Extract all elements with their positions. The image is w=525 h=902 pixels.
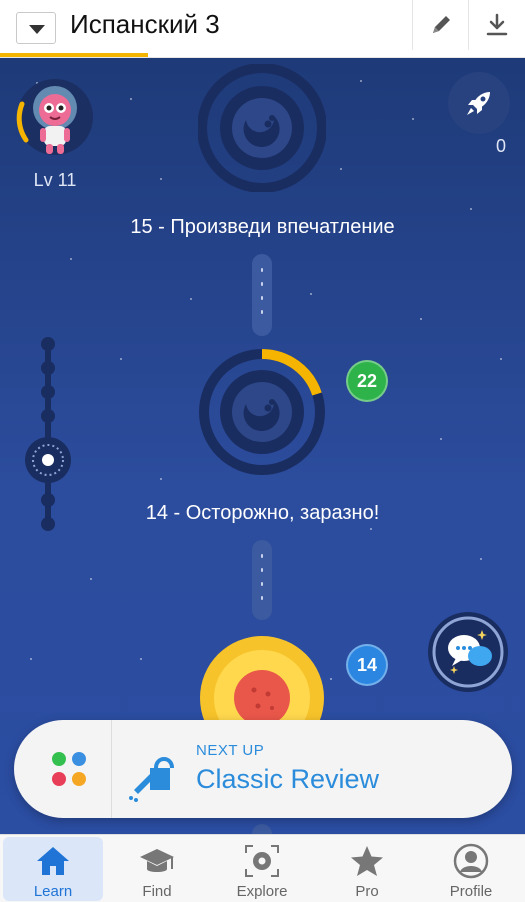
lesson-title-14[interactable]: 14 - Осторожно, заразно! <box>0 502 525 525</box>
pencil-icon <box>432 16 450 33</box>
red-dot <box>52 772 66 786</box>
lesson-title-15[interactable]: 15 - Произведи впечатление <box>0 216 525 239</box>
star-icon <box>347 843 387 879</box>
bottom-nav: Learn Find Explore Pro Profile <box>0 834 525 902</box>
tab-profile[interactable]: Profile <box>421 837 521 901</box>
rocket-icon <box>467 92 490 115</box>
rocket-count: 0 <box>495 136 506 156</box>
edit-button[interactable] <box>412 0 468 50</box>
next-up-label: NEXT UP <box>196 742 265 759</box>
tab-label: Explore <box>236 883 288 900</box>
tab-learn[interactable]: Learn <box>3 837 103 901</box>
top-header: Испанский 3 <box>0 0 525 58</box>
watering-can-icon <box>129 757 174 802</box>
tab-label: Learn <box>33 883 73 900</box>
alien-avatar-icon <box>16 79 93 155</box>
mode-menu-button[interactable] <box>14 720 112 818</box>
tab-label: Profile <box>449 883 493 900</box>
next-up-title[interactable]: Classic Review <box>196 764 379 795</box>
tab-explore[interactable]: Explore <box>212 837 312 901</box>
lesson-15-planet[interactable] <box>198 64 326 192</box>
green-dot <box>52 752 66 766</box>
home-icon <box>33 843 73 879</box>
tab-label: Find <box>142 883 172 900</box>
path-connector <box>252 824 272 834</box>
download-button[interactable] <box>468 0 524 50</box>
path-connector <box>252 540 272 620</box>
path-connector <box>252 254 272 336</box>
course-title[interactable]: Испанский 3 <box>70 6 220 42</box>
lesson-badge: 14 <box>346 644 388 686</box>
orange-dot <box>72 772 86 786</box>
graduation-cap-icon <box>137 843 177 879</box>
rocket-button[interactable] <box>448 72 510 134</box>
tab-pro[interactable]: Pro <box>317 837 417 901</box>
avatar[interactable] <box>14 76 96 158</box>
tab-find[interactable]: Find <box>107 837 207 901</box>
learning-path-area: Lv 11 0 15 - Произведи впечатление 22 14… <box>0 58 525 834</box>
course-dropdown-button[interactable] <box>16 12 56 44</box>
tab-label: Pro <box>355 883 379 900</box>
lesson-14-planet[interactable] <box>198 348 326 476</box>
lesson-badge: 22 <box>346 360 388 402</box>
download-icon <box>486 13 507 36</box>
next-up-card[interactable]: NEXT UP Classic Review <box>14 720 512 818</box>
profile-icon <box>451 843 491 879</box>
chat-bot-button[interactable] <box>426 610 510 694</box>
user-level: Lv 11 <box>33 170 77 190</box>
unit-progress-track <box>41 337 55 531</box>
course-progress-bar <box>0 53 148 57</box>
blue-dot <box>72 752 86 766</box>
current-position-marker <box>25 437 71 483</box>
camera-scan-icon <box>242 843 282 879</box>
